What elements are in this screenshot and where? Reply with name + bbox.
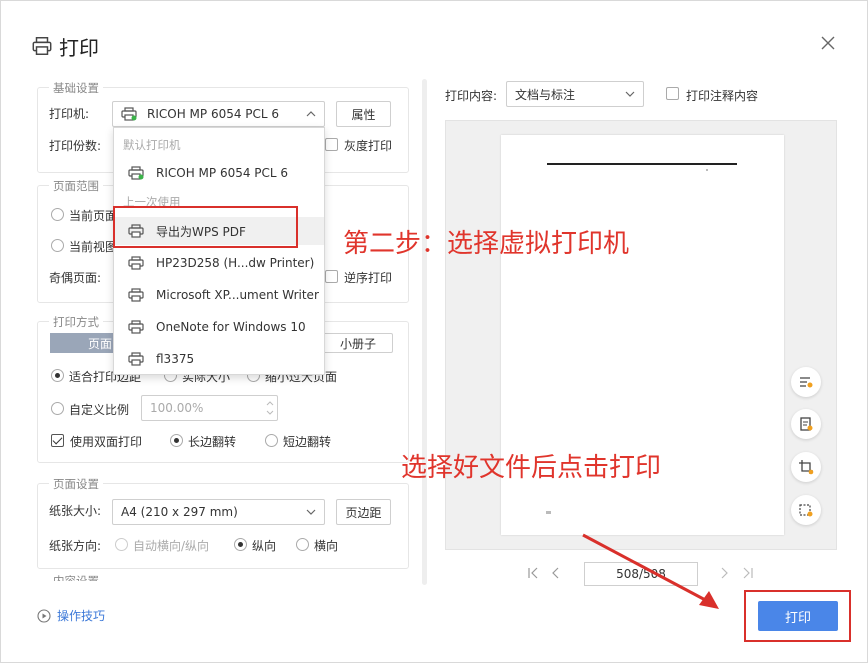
custom-scale-radio[interactable] (51, 402, 64, 415)
page-rule-line (547, 163, 737, 165)
dialog-title: 打印 (59, 35, 99, 60)
printer-option-hp[interactable]: HP23D258 (H...dw Printer) (114, 249, 324, 277)
grayscale-label: 灰度打印 (344, 139, 393, 153)
long-edge-radio[interactable] (170, 434, 183, 447)
printer-option-xps[interactable]: Microsoft XP...ument Writer (114, 281, 324, 309)
reverse-print-checkbox[interactable] (325, 270, 338, 283)
dialog-title-bar: 打印 (31, 31, 99, 61)
annotation-click-print: 选择好文件后点击打印 (401, 453, 662, 483)
margins-button[interactable]: 页边距 (336, 499, 391, 525)
portrait-label: 纵向 (252, 539, 277, 553)
printer-option-label: Microsoft XP...ument Writer (156, 288, 319, 302)
print-content-value: 文档与标注 (515, 87, 576, 102)
prev-page-icon[interactable] (549, 566, 563, 580)
last-page-icon[interactable] (741, 566, 755, 580)
scale-input[interactable]: 100.00% (141, 395, 278, 421)
auto-orientation-radio[interactable] (115, 538, 128, 551)
short-edge-radio[interactable] (265, 434, 278, 447)
reverse-print-label: 逆序打印 (344, 271, 393, 285)
orientation-label: 纸张方向: (49, 539, 102, 553)
current-page-label: 当前页面 (69, 209, 118, 223)
tips-link[interactable]: 操作技巧 (37, 607, 105, 624)
section-title-method: 打印方式 (49, 314, 103, 330)
print-annotations-checkbox[interactable] (666, 87, 679, 100)
printer-icon (128, 256, 144, 270)
printer-option-fl3375[interactable]: fl3375 (114, 345, 324, 373)
chevron-down-icon (306, 509, 316, 515)
highlight-box-print (744, 590, 851, 642)
paper-size-select[interactable]: A4 (210 x 297 mm) (112, 499, 325, 525)
document-tool-icon[interactable] (791, 409, 821, 439)
print-content-label: 打印内容: (445, 89, 498, 103)
scale-value: 100.00% (150, 401, 204, 415)
printer-option-label: fl3375 (156, 352, 195, 366)
print-content-select[interactable]: 文档与标注 (506, 81, 644, 107)
first-page-icon[interactable] (526, 566, 540, 580)
printer-option-label: OneNote for Windows 10 (156, 320, 306, 334)
printer-green-icon (128, 166, 144, 180)
odd-even-label: 奇偶页面: (49, 271, 102, 285)
current-view-label: 当前视图 (69, 240, 118, 254)
duplex-checkbox[interactable] (51, 434, 64, 447)
printer-icon (32, 37, 52, 55)
printer-select-value: RICOH MP 6054 PCL 6 (147, 107, 280, 121)
print-preview (445, 120, 837, 550)
page-settings-tool-icon[interactable] (791, 367, 821, 397)
dropdown-group-default: 默认打印机 (123, 138, 181, 152)
copies-label: 打印份数: (49, 139, 102, 153)
chevron-up-icon (306, 111, 316, 117)
section-title-range: 页面范围 (49, 178, 103, 194)
printer-icon (128, 288, 144, 302)
printer-option-ricoh[interactable]: RICOH MP 6054 PCL 6 (114, 159, 324, 187)
landscape-label: 横向 (314, 539, 339, 553)
arrow-annotation (582, 533, 719, 609)
paper-size-label: 纸张大小: (49, 504, 102, 518)
printer-icon (128, 352, 144, 366)
printer-dropdown: 默认打印机 RICOH MP 6054 PCL 6 上一次使用 导出为WPS P… (113, 127, 325, 375)
selection-tool-icon[interactable] (791, 495, 821, 525)
print-dialog: 打印 基础设置 打印机: RICOH MP 6054 PCL 6 属性 打印份数… (0, 0, 868, 663)
page-mark (706, 169, 708, 171)
auto-orientation-label: 自动横向/纵向 (133, 539, 210, 553)
page-footer-mark (546, 511, 551, 514)
pane-divider[interactable] (422, 79, 427, 585)
tips-link-label: 操作技巧 (57, 609, 106, 623)
long-edge-label: 长边翻转 (188, 435, 237, 449)
section-title-page-setup: 页面设置 (49, 476, 103, 492)
chevron-down-icon (625, 91, 635, 97)
printer-select[interactable]: RICOH MP 6054 PCL 6 (112, 101, 325, 127)
current-view-radio[interactable] (51, 239, 64, 252)
printer-option-label: RICOH MP 6054 PCL 6 (156, 166, 289, 180)
printer-label: 打印机: (49, 107, 90, 121)
properties-button[interactable]: 属性 (336, 101, 391, 127)
short-edge-label: 短边翻转 (283, 435, 332, 449)
current-page-radio[interactable] (51, 208, 64, 221)
duplex-label: 使用双面打印 (70, 435, 143, 449)
highlight-box-wps-pdf (113, 206, 298, 248)
close-icon[interactable] (819, 34, 837, 52)
section-title-content: 内容设置 (49, 573, 103, 581)
custom-scale-label: 自定义比例 (69, 403, 130, 417)
printer-icon (128, 320, 144, 334)
section-title-basic: 基础设置 (49, 80, 103, 96)
fit-margins-radio[interactable] (51, 369, 64, 382)
printer-green-icon (121, 107, 137, 121)
paper-size-value: A4 (210 x 297 mm) (121, 505, 238, 519)
grayscale-checkbox[interactable] (325, 138, 338, 151)
spinner-icon[interactable] (265, 398, 275, 418)
print-annotations-label: 打印注释内容 (686, 89, 759, 103)
annotation-step2: 第二步：选择虚拟打印机 (343, 229, 630, 259)
play-circle-icon (37, 608, 51, 623)
page-setup-box (37, 483, 409, 569)
printer-option-onenote[interactable]: OneNote for Windows 10 (114, 313, 324, 341)
landscape-radio[interactable] (296, 538, 309, 551)
printer-option-label: HP23D258 (H...dw Printer) (156, 256, 315, 270)
crop-tool-icon[interactable] (791, 452, 821, 482)
portrait-radio[interactable] (234, 538, 247, 551)
